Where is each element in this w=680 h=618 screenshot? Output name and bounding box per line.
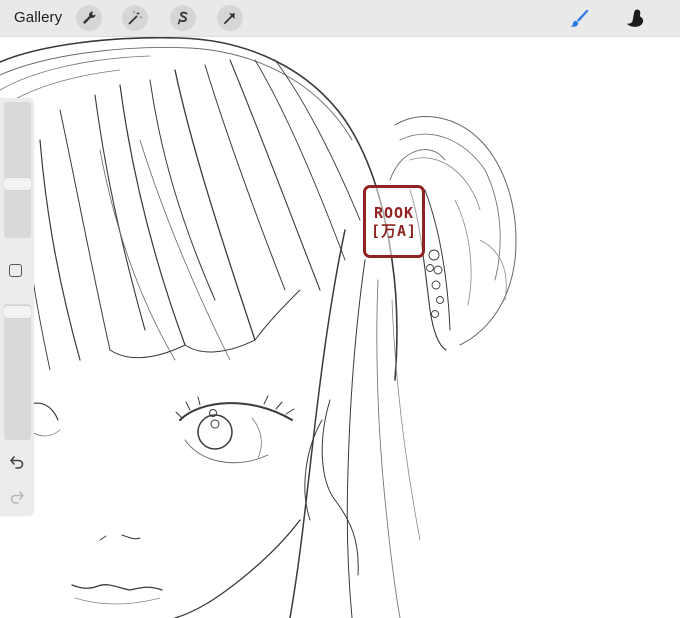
smudge-icon xyxy=(626,9,644,27)
undo-icon[interactable] xyxy=(8,453,26,471)
drawing-canvas[interactable] xyxy=(0,37,680,618)
artist-seal: ROOK [万A] xyxy=(363,185,425,258)
magic-wand-icon xyxy=(128,11,143,25)
brush-size-slider[interactable] xyxy=(4,102,31,238)
transform-button[interactable] xyxy=(217,5,243,31)
top-toolbar: Gallery xyxy=(0,0,680,37)
opacity-slider[interactable] xyxy=(4,304,31,440)
selection-button[interactable] xyxy=(170,5,196,31)
opacity-thumb[interactable] xyxy=(4,306,31,318)
seal-line-2: [万A] xyxy=(370,221,418,240)
modify-square-button[interactable] xyxy=(9,264,22,277)
gallery-button[interactable]: Gallery xyxy=(14,9,62,26)
procreate-app: Gallery ROOK [万A] xyxy=(0,0,680,618)
adjustments-button[interactable] xyxy=(122,5,148,31)
actions-button[interactable] xyxy=(76,5,102,31)
redo-icon[interactable] xyxy=(8,488,26,506)
left-sidebar xyxy=(0,98,34,516)
smudge-tool-button[interactable] xyxy=(622,5,648,31)
brush-tool-button[interactable] xyxy=(566,5,592,31)
seal-line-1: ROOK xyxy=(373,203,415,222)
arrow-transform-icon xyxy=(224,13,235,24)
wrench-icon xyxy=(83,11,96,24)
brush-icon xyxy=(570,9,589,27)
pencil-sketch xyxy=(0,37,517,618)
brush-size-thumb[interactable] xyxy=(4,178,31,190)
selection-s-icon xyxy=(177,11,188,25)
